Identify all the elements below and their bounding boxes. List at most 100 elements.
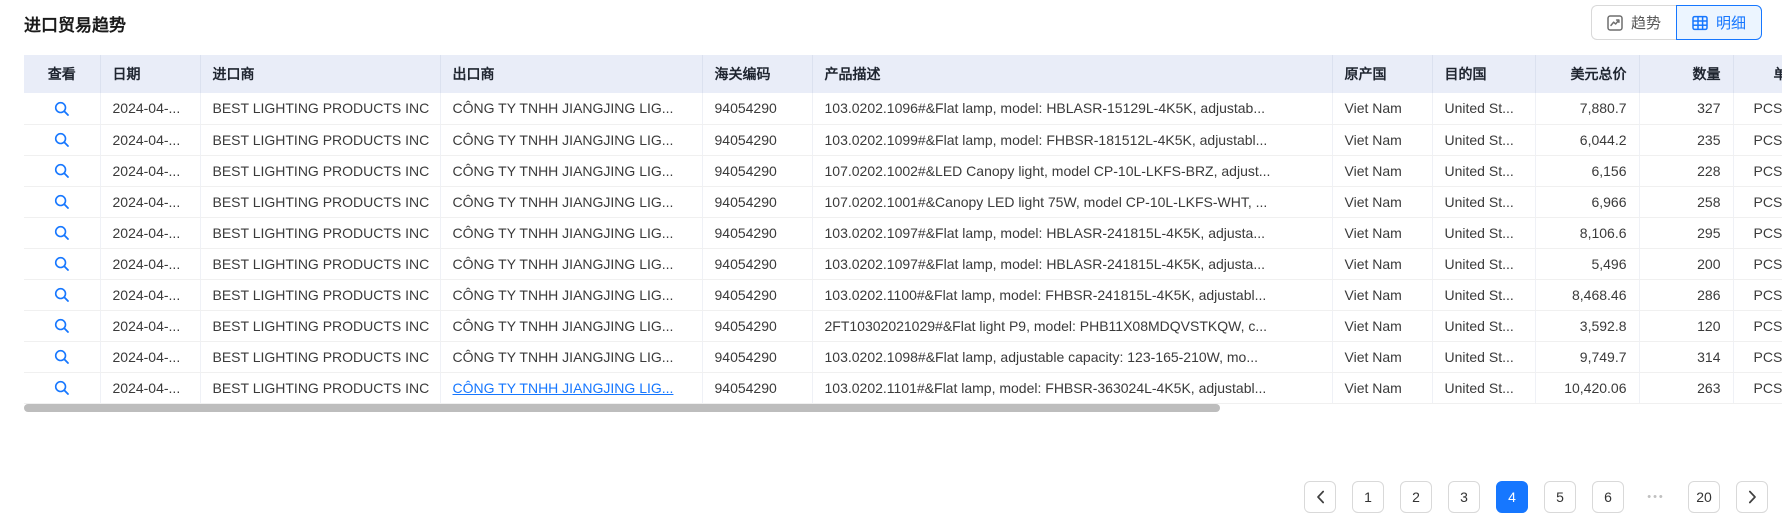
col-header-date: 日期 (100, 55, 200, 93)
view-detail-icon[interactable] (54, 163, 70, 179)
cell-usd-total: 7,880.7 (1535, 93, 1639, 124)
col-header-origin: 原产国 (1332, 55, 1432, 93)
cell-usd-total: 5,496 (1535, 248, 1639, 279)
cell-exporter: CÔNG TY TNHH JIANGJING LIG... (440, 186, 702, 217)
cell-quantity: 228 (1639, 155, 1733, 186)
cell-exporter: CÔNG TY TNHH JIANGJING LIG... (440, 341, 702, 372)
cell-usd-total: 10,420.06 (1535, 372, 1639, 403)
view-detail-icon[interactable] (54, 287, 70, 303)
cell-destination: United St... (1432, 372, 1535, 403)
cell-view (24, 341, 100, 372)
cell-usd-total: 3,592.8 (1535, 310, 1639, 341)
page-button-5[interactable]: 5 (1544, 481, 1576, 513)
page-button-1[interactable]: 1 (1352, 481, 1384, 513)
pages-ellipsis[interactable]: ••• (1640, 491, 1672, 503)
cell-date: 2024-04-... (100, 155, 200, 186)
cell-usd-total: 6,966 (1535, 186, 1639, 217)
cell-usd-total: 6,044.2 (1535, 124, 1639, 155)
cell-hs-code: 94054290 (702, 124, 812, 155)
page-button-20[interactable]: 20 (1688, 481, 1720, 513)
view-detail-icon[interactable] (54, 101, 70, 117)
page-title: 进口贸易趋势 (24, 11, 126, 36)
cell-description: 103.0202.1097#&Flat lamp, model: HBLASR-… (812, 248, 1332, 279)
cell-destination: United St... (1432, 217, 1535, 248)
trend-view-label: 趋势 (1631, 12, 1661, 33)
cell-unit: PCS (1733, 248, 1782, 279)
cell-date: 2024-04-... (100, 248, 200, 279)
horizontal-scrollbar-track (24, 404, 1782, 412)
cell-destination: United St... (1432, 93, 1535, 124)
cell-exporter: CÔNG TY TNHH JIANGJING LIG... (440, 155, 702, 186)
cell-unit: PCS (1733, 372, 1782, 403)
table-row: 2024-04-... BEST LIGHTING PRODUCTS INC C… (24, 186, 1782, 217)
cell-exporter: CÔNG TY TNHH JIANGJING LIG... (440, 93, 702, 124)
page-button-3[interactable]: 3 (1448, 481, 1480, 513)
cell-unit: PCS (1733, 217, 1782, 248)
cell-date: 2024-04-... (100, 217, 200, 248)
cell-quantity: 120 (1639, 310, 1733, 341)
cell-unit: PCS (1733, 279, 1782, 310)
page-button-4-active[interactable]: 4 (1496, 481, 1528, 513)
view-detail-icon[interactable] (54, 318, 70, 334)
view-detail-icon[interactable] (54, 349, 70, 365)
cell-unit: PCS (1733, 93, 1782, 124)
view-toggle-group: 趋势 明细 (1591, 5, 1762, 40)
cell-destination: United St... (1432, 186, 1535, 217)
col-header-exporter: 出口商 (440, 55, 702, 93)
cell-exporter-link[interactable]: CÔNG TY TNHH JIANGJING LIG... (440, 372, 702, 403)
prev-page-button[interactable] (1304, 481, 1336, 513)
cell-destination: United St... (1432, 124, 1535, 155)
view-detail-icon[interactable] (54, 225, 70, 241)
view-detail-icon[interactable] (54, 256, 70, 272)
cell-origin: Viet Nam (1332, 124, 1432, 155)
next-page-button[interactable] (1736, 481, 1768, 513)
col-header-quantity: 数量 (1639, 55, 1733, 93)
cell-hs-code: 94054290 (702, 248, 812, 279)
page-button-6[interactable]: 6 (1592, 481, 1624, 513)
cell-importer: BEST LIGHTING PRODUCTS INC (200, 341, 440, 372)
cell-view (24, 155, 100, 186)
cell-quantity: 235 (1639, 124, 1733, 155)
col-header-importer: 进口商 (200, 55, 440, 93)
cell-view (24, 248, 100, 279)
cell-view (24, 217, 100, 248)
cell-importer: BEST LIGHTING PRODUCTS INC (200, 186, 440, 217)
cell-usd-total: 6,156 (1535, 155, 1639, 186)
cell-quantity: 263 (1639, 372, 1733, 403)
view-detail-icon[interactable] (54, 132, 70, 148)
cell-quantity: 327 (1639, 93, 1733, 124)
chevron-right-icon (1748, 490, 1757, 504)
cell-destination: United St... (1432, 248, 1535, 279)
cell-date: 2024-04-... (100, 93, 200, 124)
detail-view-button[interactable]: 明细 (1676, 5, 1762, 40)
table-row: 2024-04-... BEST LIGHTING PRODUCTS INC C… (24, 93, 1782, 124)
cell-date: 2024-04-... (100, 341, 200, 372)
page-button-2[interactable]: 2 (1400, 481, 1432, 513)
cell-importer: BEST LIGHTING PRODUCTS INC (200, 372, 440, 403)
view-detail-icon[interactable] (54, 194, 70, 210)
col-header-unit: 单位 (1733, 55, 1782, 93)
cell-importer: BEST LIGHTING PRODUCTS INC (200, 279, 440, 310)
table-row: 2024-04-... BEST LIGHTING PRODUCTS INC C… (24, 372, 1782, 403)
cell-view (24, 93, 100, 124)
cell-destination: United St... (1432, 155, 1535, 186)
cell-view (24, 310, 100, 341)
cell-unit: PCS (1733, 310, 1782, 341)
table-row: 2024-04-... BEST LIGHTING PRODUCTS INC C… (24, 217, 1782, 248)
view-detail-icon[interactable] (54, 380, 70, 396)
cell-importer: BEST LIGHTING PRODUCTS INC (200, 217, 440, 248)
table-row: 2024-04-... BEST LIGHTING PRODUCTS INC C… (24, 279, 1782, 310)
cell-quantity: 295 (1639, 217, 1733, 248)
cell-usd-total: 9,749.7 (1535, 341, 1639, 372)
cell-description: 2FT10302021029#&Flat light P9, model: PH… (812, 310, 1332, 341)
cell-date: 2024-04-... (100, 279, 200, 310)
table-row: 2024-04-... BEST LIGHTING PRODUCTS INC C… (24, 155, 1782, 186)
table-header-row: 查看 日期 进口商 出口商 海关编码 产品描述 原产国 目的国 美元总价 数量 … (24, 55, 1782, 93)
cell-hs-code: 94054290 (702, 186, 812, 217)
col-header-usd-total: 美元总价 (1535, 55, 1639, 93)
horizontal-scrollbar-thumb[interactable] (24, 404, 1220, 412)
cell-hs-code: 94054290 (702, 279, 812, 310)
cell-view (24, 186, 100, 217)
trend-view-button[interactable]: 趋势 (1591, 5, 1676, 40)
cell-unit: PCS (1733, 124, 1782, 155)
